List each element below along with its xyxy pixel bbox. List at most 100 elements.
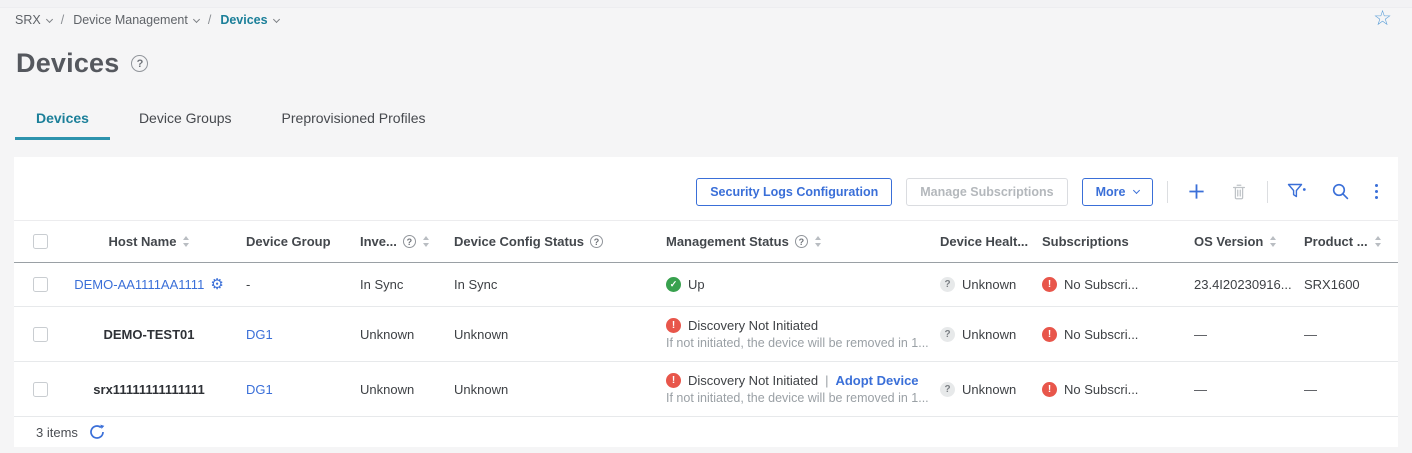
sort-icon[interactable] (815, 236, 821, 247)
product-cell: — (1294, 327, 1398, 342)
security-logs-configuration-button[interactable]: Security Logs Configuration (696, 178, 892, 206)
add-device-button[interactable] (1182, 182, 1211, 201)
table-row: DEMO-TEST01 DG1 Unknown Unknown !Discove… (14, 307, 1398, 362)
select-all-checkbox[interactable] (33, 234, 48, 249)
device-group-link[interactable]: DG1 (246, 382, 273, 397)
breadcrumb-separator: / (208, 13, 211, 27)
status-alert-icon: ! (1042, 382, 1057, 397)
toolbar-divider (1167, 181, 1168, 203)
more-button[interactable]: More (1082, 178, 1153, 206)
column-header-device-config-status[interactable]: Device Config Status? (444, 234, 654, 249)
refresh-icon (89, 424, 105, 440)
search-button[interactable] (1326, 182, 1355, 201)
more-options-kebab-icon[interactable] (1369, 184, 1385, 200)
sort-icon[interactable] (423, 236, 429, 247)
config-status-cell: In Sync (444, 277, 654, 292)
tab-bar: Devices Device Groups Preprovisioned Pro… (15, 101, 455, 140)
toolbar-divider (1267, 181, 1268, 203)
status-alert-icon: ! (666, 318, 681, 333)
filter-button[interactable] (1282, 183, 1312, 200)
status-unknown-icon: ? (940, 277, 955, 292)
column-header-device-health[interactable]: Device Healt... (928, 234, 1030, 249)
device-health-cell: ?Unknown (928, 277, 1030, 292)
page-title: Devices (16, 48, 119, 79)
column-header-device-group[interactable]: Device Group (236, 234, 350, 249)
manage-subscriptions-button: Manage Subscriptions (906, 178, 1067, 206)
product-cell: SRX1600 (1294, 277, 1398, 292)
host-name-link[interactable]: DEMO-AA1111AA1111 (74, 277, 204, 292)
column-header-product[interactable]: Product ... (1294, 234, 1398, 249)
favorite-star-icon[interactable]: ☆ (1373, 8, 1392, 29)
delete-device-button (1225, 182, 1253, 201)
chevron-down-icon (46, 15, 53, 22)
inventory-cell: Unknown (350, 382, 444, 397)
breadcrumb-srx[interactable]: SRX (15, 13, 52, 27)
chevron-down-icon (193, 15, 200, 22)
status-alert-icon: ! (1042, 327, 1057, 342)
plus-icon (1187, 182, 1206, 201)
status-unknown-icon: ? (940, 327, 955, 342)
tab-device-groups[interactable]: Device Groups (118, 101, 253, 140)
table-row: srx11111111111111 DG1 Unknown Unknown ! … (14, 362, 1398, 417)
breadcrumb-device-management[interactable]: Device Management (73, 13, 199, 27)
trash-icon (1230, 182, 1248, 201)
filter-funnel-icon (1287, 183, 1307, 200)
subscriptions-cell: !No Subscri... (1030, 382, 1184, 397)
help-icon[interactable]: ? (590, 235, 603, 248)
table-footer: 3 items (14, 417, 1398, 447)
management-status-note: If not initiated, the device will be rem… (666, 336, 928, 350)
search-icon (1331, 182, 1350, 201)
help-icon[interactable]: ? (795, 235, 808, 248)
column-header-host-name[interactable]: Host Name (62, 234, 236, 249)
tab-preprovisioned-profiles[interactable]: Preprovisioned Profiles (261, 101, 447, 140)
product-cell: — (1294, 382, 1398, 397)
help-icon[interactable]: ? (403, 235, 416, 248)
device-health-cell: ?Unknown (928, 382, 1030, 397)
inventory-cell: Unknown (350, 327, 444, 342)
sort-icon[interactable] (183, 236, 189, 247)
device-health-cell: ?Unknown (928, 327, 1030, 342)
device-group-link[interactable]: DG1 (246, 327, 273, 342)
management-status-cell: ✓Up (654, 277, 928, 292)
item-count: 3 items (36, 425, 78, 440)
refresh-button[interactable] (89, 424, 105, 440)
devices-card: Security Logs Configuration Manage Subsc… (14, 157, 1398, 447)
gear-icon[interactable]: ⚙ (210, 277, 223, 292)
subscriptions-cell: !No Subscri... (1030, 277, 1184, 292)
status-up-icon: ✓ (666, 277, 681, 292)
table-toolbar: Security Logs Configuration Manage Subsc… (14, 157, 1398, 221)
status-alert-icon: ! (666, 373, 681, 388)
page-header: Devices ? (16, 48, 148, 79)
table-header-row: Host Name Device Group Inve...? Device C… (14, 221, 1398, 263)
management-status-cell: ! Discovery Not Initiated | Adopt Device… (654, 373, 928, 405)
row-checkbox[interactable] (33, 382, 48, 397)
column-header-inventory[interactable]: Inve...? (350, 234, 444, 249)
sort-icon[interactable] (1270, 236, 1276, 247)
management-status-note: If not initiated, the device will be rem… (666, 391, 928, 405)
top-strip (0, 0, 1412, 8)
subscriptions-cell: !No Subscri... (1030, 327, 1184, 342)
os-version-cell: 23.4I20230916... (1184, 277, 1294, 292)
chevron-down-icon (1132, 187, 1139, 194)
os-version-cell: — (1184, 382, 1294, 397)
column-header-management-status[interactable]: Management Status? (654, 234, 928, 249)
status-unknown-icon: ? (940, 382, 955, 397)
config-status-cell: Unknown (444, 327, 654, 342)
inventory-cell: In Sync (350, 277, 444, 292)
breadcrumb-separator: / (61, 13, 64, 27)
os-version-cell: — (1184, 327, 1294, 342)
help-icon[interactable]: ? (131, 55, 148, 72)
column-header-os-version[interactable]: OS Version (1184, 234, 1294, 249)
row-checkbox[interactable] (33, 327, 48, 342)
tab-devices[interactable]: Devices (15, 101, 110, 140)
host-name-cell: DEMO-TEST01 (62, 327, 236, 342)
breadcrumb: SRX / Device Management / Devices (15, 13, 279, 27)
breadcrumb-devices[interactable]: Devices (220, 13, 278, 27)
chevron-down-icon (273, 15, 280, 22)
column-header-subscriptions[interactable]: Subscriptions (1030, 234, 1184, 249)
adopt-device-link[interactable]: Adopt Device (835, 373, 918, 388)
table-row: DEMO-AA1111AA1111⚙ - In Sync In Sync ✓Up… (14, 263, 1398, 307)
sort-icon[interactable] (1375, 236, 1381, 247)
config-status-cell: Unknown (444, 382, 654, 397)
row-checkbox[interactable] (33, 277, 48, 292)
